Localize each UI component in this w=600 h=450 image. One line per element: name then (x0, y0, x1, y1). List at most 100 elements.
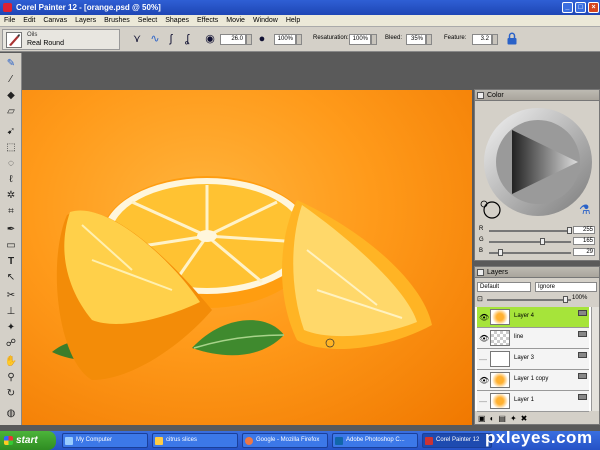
layer-row[interactable]: 👁 line (477, 328, 589, 349)
eraser-tool-icon[interactable]: ▱ (3, 105, 19, 118)
oval-select-icon[interactable]: ◌ (3, 157, 19, 170)
brush-selector[interactable]: Oils Real Round (2, 29, 120, 50)
layer-thumbnail (490, 309, 510, 325)
stroke-spline-icon[interactable]: ʆ (180, 32, 194, 46)
layer-opacity-value[interactable]: 100% (572, 295, 587, 301)
green-knob[interactable] (539, 238, 545, 245)
crop-tool-icon[interactable]: ⌗ (3, 205, 19, 218)
red-value[interactable]: 255 (573, 226, 595, 234)
menu-select[interactable]: Select (134, 15, 161, 27)
layer-opacity-slider[interactable] (487, 299, 571, 301)
canvas-area[interactable] (22, 53, 474, 425)
text-tool-icon[interactable]: T (3, 255, 19, 268)
layers-panel-header[interactable]: Layers (475, 267, 599, 278)
painter-icon (425, 437, 433, 445)
rect-select-icon[interactable]: ⬚ (3, 141, 19, 154)
menu-brushes[interactable]: Brushes (100, 15, 134, 27)
new-layer-icon[interactable]: ▣ (478, 414, 490, 423)
blue-value[interactable]: 29 (573, 248, 595, 256)
brush-size-spinner[interactable] (246, 34, 252, 45)
opacity-spinner[interactable] (296, 34, 302, 45)
magnifier-icon[interactable]: ⚲ (3, 371, 19, 384)
menu-edit[interactable]: Edit (19, 15, 39, 27)
bleed-spinner[interactable] (426, 34, 432, 45)
task-citrus-slices[interactable]: citrus slices (152, 433, 238, 448)
delete-layer-icon[interactable]: ✖ (521, 414, 532, 423)
layer-lock-icon[interactable]: ⊡ (477, 295, 483, 303)
green-slider[interactable]: G 165 (479, 237, 597, 246)
layer-opacity-knob[interactable] (563, 296, 568, 303)
menu-help[interactable]: Help (282, 15, 304, 27)
stroke-straight-icon[interactable]: ʃ (164, 32, 178, 46)
color-options-icon[interactable]: ⚗ (579, 202, 591, 218)
task-firefox[interactable]: Google - Mozilla Firefox (242, 433, 328, 448)
layer-list-scrollbar[interactable] (591, 307, 599, 411)
task-corel-painter[interactable]: Corel Painter 12 (422, 433, 492, 448)
dynamic-plugin-icon[interactable]: ✦ (510, 414, 521, 423)
task-photoshop[interactable]: Adobe Photoshop C... (332, 433, 418, 448)
clone-tool-icon[interactable]: ✂ (3, 289, 19, 302)
group-layers-icon[interactable]: ▤ (498, 414, 510, 423)
layer-row[interactable]: — Layer 1 (477, 391, 589, 412)
mirror-tool-icon[interactable]: ☍ (3, 337, 19, 350)
menu-window[interactable]: Window (249, 15, 282, 27)
layer-row[interactable]: — Layer 3 (477, 349, 589, 370)
brush-tool-icon[interactable]: ✎ (3, 57, 19, 70)
menu-movie[interactable]: Movie (222, 15, 249, 27)
minimize-button[interactable]: _ (562, 2, 573, 13)
visibility-eye-icon[interactable]: 👁 (479, 313, 489, 322)
dropper-tool-icon[interactable]: ⁄ (3, 73, 19, 86)
feature-spinner[interactable] (492, 34, 498, 45)
rectangle-shape-icon[interactable]: ▭ (3, 239, 19, 252)
opacity-field[interactable]: 100% (274, 34, 296, 45)
start-button[interactable]: start (0, 431, 56, 450)
rubber-stamp-icon[interactable]: ⊥ (3, 305, 19, 318)
blue-knob[interactable] (497, 249, 503, 256)
lock-icon[interactable] (505, 32, 519, 46)
red-slider[interactable]: R 255 (479, 226, 597, 235)
task-label: citrus slices (166, 437, 198, 443)
dodge-tool-icon[interactable]: ✦ (3, 321, 19, 334)
magic-wand-icon[interactable]: ✲ (3, 189, 19, 202)
red-knob[interactable] (567, 227, 572, 234)
resaturation-spinner[interactable] (371, 34, 377, 45)
green-track[interactable] (489, 241, 571, 243)
rotate-page-icon[interactable]: ↻ (3, 387, 19, 400)
feature-field[interactable]: 3.2 (472, 34, 492, 45)
menu-file[interactable]: File (0, 15, 19, 27)
shape-selection-icon[interactable]: ↖ (3, 271, 19, 284)
blue-slider[interactable]: B 29 (479, 248, 597, 257)
preserve-dropdown[interactable]: Ignore (535, 282, 597, 292)
menu-canvas[interactable]: Canvas (39, 15, 71, 27)
task-my-computer[interactable]: My Computer (62, 433, 148, 448)
composite-method-dropdown[interactable]: Default (477, 282, 531, 292)
document-canvas[interactable] (22, 90, 472, 425)
panel-collapse-toggle[interactable] (477, 269, 484, 276)
red-track[interactable] (489, 230, 571, 232)
hidden-eye-icon[interactable]: — (479, 397, 489, 406)
menu-effects[interactable]: Effects (193, 15, 222, 27)
close-button[interactable]: × (588, 2, 599, 13)
brush-tool-icon[interactable]: ⋎ (130, 32, 144, 46)
resaturation-field[interactable]: 100% (349, 34, 371, 45)
visibility-eye-icon[interactable]: 👁 (479, 376, 489, 385)
lasso-icon[interactable]: ℓ (3, 173, 19, 186)
panel-collapse-toggle[interactable] (477, 92, 484, 99)
maximize-button[interactable]: □ (575, 2, 586, 13)
green-value[interactable]: 165 (573, 237, 595, 245)
layer-row[interactable]: 👁 Layer 1 copy (477, 370, 589, 391)
menu-layers[interactable]: Layers (71, 15, 100, 27)
color-panel-header[interactable]: Color (475, 90, 599, 101)
stroke-freehand-icon[interactable]: ∿ (148, 32, 162, 46)
bleed-field[interactable]: 35% (406, 34, 426, 45)
layer-row[interactable]: 👁 Layer 4 (477, 307, 589, 328)
visibility-eye-icon[interactable]: 👁 (479, 334, 489, 343)
pen-tool-icon[interactable]: ✒ (3, 223, 19, 236)
menu-shapes[interactable]: Shapes (161, 15, 193, 27)
grabber-hand-icon[interactable]: ✋ (3, 355, 19, 368)
color-swatch-icon[interactable]: ◍ (3, 407, 19, 420)
brush-size-field[interactable]: 26.0 (220, 34, 246, 45)
paint-bucket-icon[interactable]: ◆ (3, 89, 19, 102)
hidden-eye-icon[interactable]: — (479, 355, 489, 364)
layer-adjuster-icon[interactable]: ➹ (3, 125, 19, 138)
